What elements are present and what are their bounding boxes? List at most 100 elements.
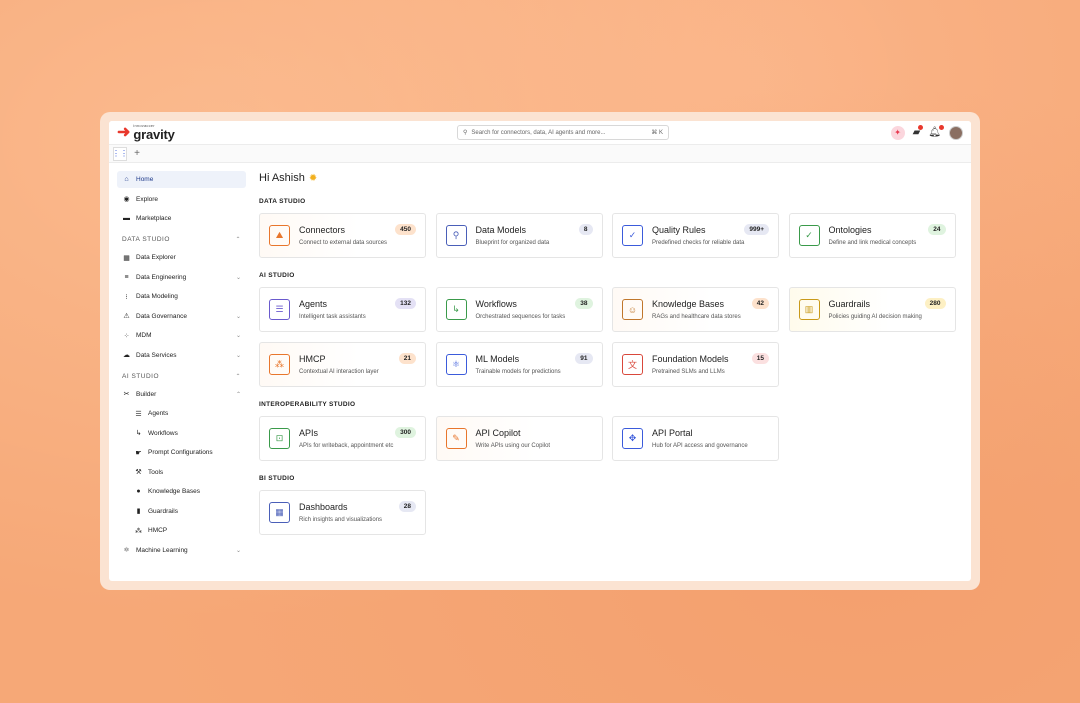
count-badge: 91: [575, 353, 593, 364]
count-badge: 38: [575, 298, 593, 309]
greeting-text: Hi Ashish: [259, 172, 305, 184]
sidebar-item-builder[interactable]: ✂ Builder ⌃: [117, 386, 246, 403]
sidebar-item-icon: ▦: [123, 254, 130, 262]
card-icon: ▥: [798, 299, 820, 320]
tab-strip: ⋮⋮ +: [109, 145, 971, 163]
add-tab-button[interactable]: +: [130, 147, 144, 161]
card-grid: ☰ Agents Intelligent task assistants 132 ↳ Wo…: [259, 287, 962, 387]
sidebar-item-explore[interactable]: ◉ Explore: [117, 191, 246, 208]
sidebar-item-home[interactable]: ⌂ Home: [117, 171, 246, 188]
sidebar-item-icon: ⁂: [135, 527, 142, 535]
card-description: APIs for writeback, appointment etc: [299, 443, 394, 449]
sidebar-item-label: Data Explorer: [136, 254, 176, 261]
card-text: API Portal Hub for API access and governa…: [652, 428, 748, 449]
count-badge: 450: [395, 224, 416, 235]
card-title: Agents: [299, 299, 328, 309]
card-data-models[interactable]: ⚲ Data Models Blueprint for organized data…: [435, 213, 603, 258]
brand-name: gravity: [133, 127, 175, 142]
card-title: Connectors: [299, 225, 346, 235]
apps-grid-icon[interactable]: ⋮⋮: [112, 146, 128, 161]
app-window: ➜ innovaccer gravity ⚲ Search for connec…: [109, 121, 971, 581]
card-foundation-models[interactable]: 文 Foundation Models Pretrained SLMs and LL…: [612, 342, 779, 387]
card-workflows[interactable]: ↳ Workflows Orchestrated sequences for tas…: [435, 287, 603, 332]
sidebar-item-prompt-configurations[interactable]: ☛ Prompt Configurations: [117, 444, 246, 461]
sidebar-item-icon: ▮: [136, 508, 141, 515]
card-icon: ✓: [798, 225, 820, 246]
count-badge: 21: [398, 353, 416, 364]
section-title: INTEROPERABILITY STUDIO: [259, 401, 356, 408]
card-dashboards[interactable]: ▦ Dashboards Rich insights and visualizati…: [259, 490, 426, 535]
card-text: Dashboards Rich insights and visualizatio…: [299, 502, 382, 523]
sidebar-item-label: Data Governance: [136, 312, 187, 320]
card-title: ML Models: [475, 354, 520, 364]
card-title: API Copilot: [475, 428, 521, 438]
card-description: Define and link medical concepts: [828, 240, 917, 246]
sidebar-item-data-governance[interactable]: ⚠ Data Governance ⌄: [117, 308, 246, 325]
sidebar-item-data-engineering[interactable]: ≡ Data Engineering ⌄: [117, 269, 246, 286]
sidebar-item-icon: ↳: [135, 430, 142, 437]
app-frame: ➜ innovaccer gravity ⚲ Search for connec…: [100, 112, 980, 590]
card-title: API Portal: [652, 428, 693, 438]
sidebar-item-tools[interactable]: ⚒ Tools: [117, 464, 246, 481]
search-icon: ⚲: [463, 130, 468, 136]
sidebar-item-workflows[interactable]: ↳ Workflows: [117, 425, 246, 442]
count-badge: 15: [751, 353, 769, 364]
card-guardrails[interactable]: ▥ Guardrails Policies guiding AI decision …: [788, 287, 956, 332]
sidebar-item-label: Guardrails: [148, 507, 178, 515]
sidebar-item-guardrails[interactable]: ▮ Guardrails: [117, 503, 246, 520]
card-icon: ✓: [622, 225, 643, 246]
sidebar-item-data-explorer[interactable]: ▦ Data Explorer: [117, 249, 246, 266]
card-icon: ↳: [445, 299, 467, 320]
card-description: RAGs and healthcare data stores: [652, 314, 741, 320]
avatar[interactable]: [949, 125, 963, 140]
sidebar-item-icon: ≡: [124, 273, 129, 281]
card-icon: ⛰: [269, 225, 290, 246]
card-description: Policies guiding AI decision making: [828, 314, 922, 320]
sidebar-item-machine-learning[interactable]: ⚛ Machine Learning ⌄: [117, 542, 246, 559]
card-agents[interactable]: ☰ Agents Intelligent task assistants 132: [259, 287, 426, 332]
store-icon: ▬: [123, 215, 130, 222]
sidebar-section-header[interactable]: AI STUDIO ⌃: [117, 367, 246, 386]
brand-logo[interactable]: ➜ innovaccer gravity: [117, 124, 457, 142]
sidebar-item-label: Machine Learning: [136, 546, 188, 554]
card-apis[interactable]: ⊡ APIs APIs for writeback, appointment etc…: [259, 416, 426, 461]
sidebar-item-hmcp[interactable]: ⁂ HMCP: [117, 522, 246, 539]
card-text: Workflows Orchestrated sequences for task…: [476, 299, 566, 320]
messages-icon[interactable]: ▰: [913, 125, 924, 138]
search-shortcut: ⌘ K: [651, 130, 663, 136]
sidebar-section-title: AI STUDIO: [122, 372, 160, 380]
bell-icon[interactable]: 🔔︎: [928, 125, 944, 138]
card-ml-models[interactable]: ⚛ ML Models Trainable models for predictio…: [435, 342, 603, 387]
sun-icon: ✹: [308, 172, 318, 184]
card-icon: ⊡: [269, 428, 290, 449]
card-icon: ⁂: [269, 354, 290, 375]
sidebar-item-icon: ☁: [123, 352, 130, 359]
sidebar-item-data-modeling[interactable]: ⁝ Data Modeling: [117, 288, 246, 305]
card-quality-rules[interactable]: ✓ Quality Rules Predefined checks for reli…: [612, 213, 779, 258]
ai-assistant-icon[interactable]: ✦: [890, 125, 905, 140]
card-api-copilot[interactable]: ✎ API Copilot Write APIs using our Copilot: [435, 416, 603, 461]
sidebar-section-header[interactable]: DATA STUDIO ⌃: [117, 230, 246, 249]
card-text: Foundation Models Pretrained SLMs and LLM…: [652, 354, 729, 375]
card-ontologies[interactable]: ✓ Ontologies Define and link medical conce…: [788, 213, 956, 258]
sidebar-item-label: Agents: [148, 410, 169, 417]
sidebar-item-marketplace[interactable]: ▬ Marketplace: [117, 210, 246, 227]
sidebar-item-mdm[interactable]: ⁘ MDM ⌄: [117, 327, 246, 344]
sidebar-item-icon: ⁘: [123, 332, 130, 340]
top-bar: ➜ innovaccer gravity ⚲ Search for connec…: [109, 121, 971, 145]
card-api-portal[interactable]: ✥ API Portal Hub for API access and govern…: [612, 416, 779, 461]
card-connectors[interactable]: ⛰ Connectors Connect to external data sour…: [259, 213, 426, 258]
card-text: Quality Rules Predefined checks for relia…: [652, 225, 744, 246]
card-description: Connect to external data sources: [299, 240, 388, 246]
search-input[interactable]: ⚲ Search for connectors, data, AI agents…: [457, 125, 669, 140]
card-text: APIs APIs for writeback, appointment etc: [299, 428, 393, 449]
card-knowledge-bases[interactable]: ☺ Knowledge Bases RAGs and healthcare data…: [612, 287, 779, 332]
card-text: Connectors Connect to external data sourc…: [299, 225, 387, 246]
sidebar-item-knowledge-bases[interactable]: ● Knowledge Bases: [117, 483, 246, 500]
sidebar-item-data-services[interactable]: ☁ Data Services ⌄: [117, 347, 246, 364]
section-title: AI STUDIO: [259, 272, 295, 279]
sidebar-item-agents[interactable]: ☰ Agents: [117, 405, 246, 422]
sidebar-item-label: Knowledge Bases: [148, 488, 201, 495]
card-hmcp[interactable]: ⁂ HMCP Contextual AI interaction layer 21: [259, 342, 426, 387]
chevron-up-icon: ⌃: [235, 237, 241, 243]
